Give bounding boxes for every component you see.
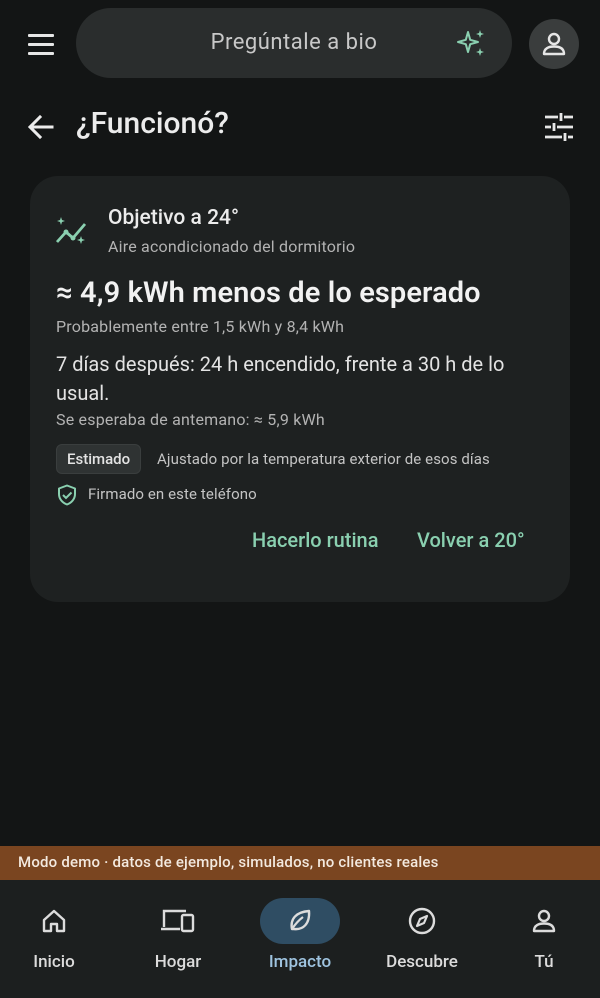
leaf-icon	[290, 909, 311, 931]
nav-icon-container	[138, 898, 218, 944]
nav-label: Impacto	[268, 952, 332, 972]
nav-item-tu[interactable]: Tú	[484, 880, 600, 998]
nav-item-impacto[interactable]: Impacto	[240, 880, 360, 998]
nav-label: Inicio	[33, 952, 75, 972]
nav-item-descubre[interactable]: Descubre	[362, 880, 482, 998]
savings-headline: ≈ 4,9 kWh menos de lo esperado	[56, 276, 481, 310]
nav-icon-container	[14, 898, 94, 944]
nav-icon-container	[260, 898, 340, 944]
account-avatar[interactable]	[529, 19, 579, 69]
nav-item-inicio[interactable]: Inicio	[0, 880, 114, 998]
savings-range: Probablemente entre 1,5 kWh y 8,4 kWh	[56, 317, 345, 336]
nav-icon-container	[504, 898, 584, 944]
card-subtitle: Aire acondicionado del dormitorio	[108, 237, 356, 256]
verified-shield-icon	[58, 484, 76, 506]
bottom-navigation: Inicio Hogar Impacto Descubre Tú	[0, 880, 600, 998]
nav-label: Hogar	[154, 952, 202, 972]
result-card: Objetivo a 24° Aire acondicionado del do…	[30, 176, 570, 602]
page-title: ¿Funcionó?	[76, 106, 229, 141]
trend-sparkle-icon	[55, 217, 87, 244]
top-app-bar: Pregúntale a bio	[0, 8, 600, 80]
compass-icon	[408, 907, 436, 935]
person-icon	[532, 909, 556, 933]
adjustment-note: Ajustado por la temperatura exterior de …	[157, 450, 490, 468]
revert-temperature-button[interactable]: Volver a 20°	[417, 528, 525, 552]
make-routine-button[interactable]: Hacerlo rutina	[252, 528, 378, 552]
back-arrow-icon[interactable]	[24, 110, 58, 144]
tune-icon[interactable]	[542, 110, 576, 144]
screen: Pregúntale a bio ¿Funcionó? Objetivo a 2…	[0, 0, 600, 998]
menu-icon[interactable]	[22, 28, 60, 62]
person-icon	[542, 32, 566, 56]
home-icon	[42, 909, 66, 933]
devices-icon	[161, 909, 195, 933]
signed-label: Firmado en este teléfono	[88, 485, 257, 503]
nav-icon-container	[382, 898, 462, 944]
search-placeholder: Pregúntale a bio	[210, 30, 378, 55]
nav-label: Descubre	[386, 952, 458, 972]
nav-label: Tú	[534, 952, 554, 972]
sparkle-icon[interactable]	[456, 28, 488, 60]
estimate-chip: Estimado	[56, 444, 142, 474]
demo-mode-banner: Modo demo · datos de ejemplo, simulados,…	[0, 846, 600, 880]
search-bar[interactable]: Pregúntale a bio	[76, 8, 512, 78]
card-title: Objetivo a 24°	[108, 206, 239, 230]
page-header: ¿Funcionó?	[0, 100, 600, 156]
expected-value: Se esperaba de antemano: ≈ 5,9 kWh	[56, 410, 325, 429]
usage-detail: 7 días después: 24 h encendido, frente a…	[56, 352, 505, 405]
nav-item-hogar[interactable]: Hogar	[118, 880, 238, 998]
